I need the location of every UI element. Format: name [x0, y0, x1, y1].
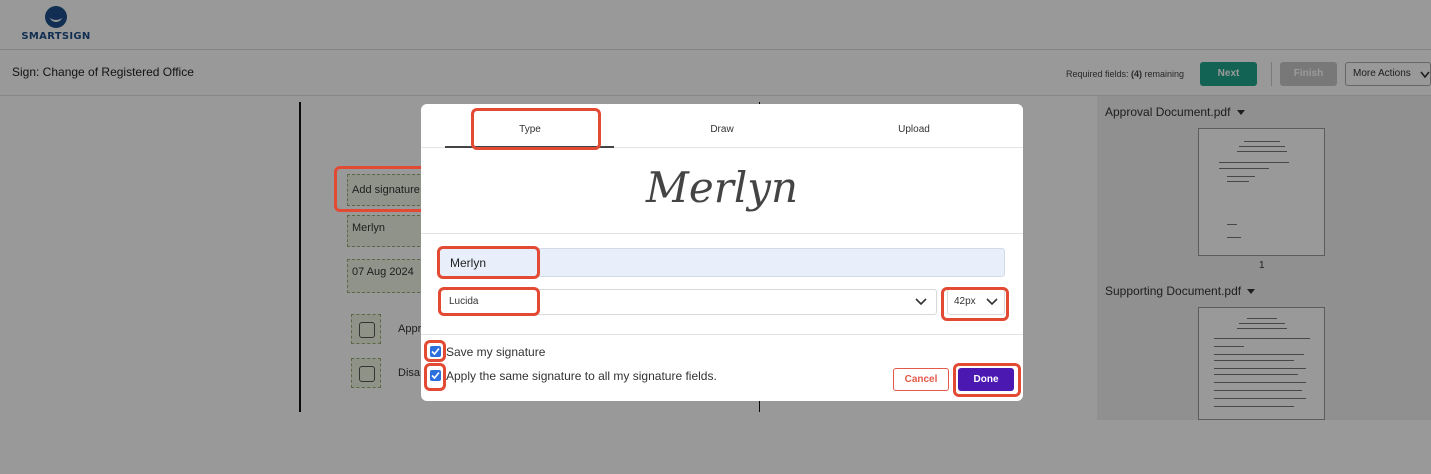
highlight-type-tab	[471, 108, 601, 150]
tab-upload[interactable]: Upload	[830, 124, 998, 135]
highlight-name-input	[437, 246, 540, 279]
highlight-save-checkbox	[424, 340, 446, 362]
signature-preview-text: Merlyn	[645, 163, 799, 212]
dialog-divider	[421, 334, 1023, 335]
highlight-apply-checkbox	[424, 363, 446, 391]
highlight-size-select	[941, 287, 1009, 321]
highlight-signature-field	[334, 166, 428, 212]
apply-all-label[interactable]: Apply the same signature to all my signa…	[446, 369, 717, 383]
save-signature-label[interactable]: Save my signature	[446, 345, 545, 359]
highlight-done-button	[953, 363, 1021, 397]
cancel-button[interactable]: Cancel	[893, 368, 949, 391]
tab-draw[interactable]: Draw	[638, 124, 806, 135]
chevron-down-icon	[915, 298, 927, 306]
signature-dialog: Type Draw Upload Merlyn Lucida 42px Save…	[421, 104, 1023, 401]
highlight-font-select	[438, 287, 540, 316]
signature-preview: Merlyn	[421, 149, 1023, 234]
